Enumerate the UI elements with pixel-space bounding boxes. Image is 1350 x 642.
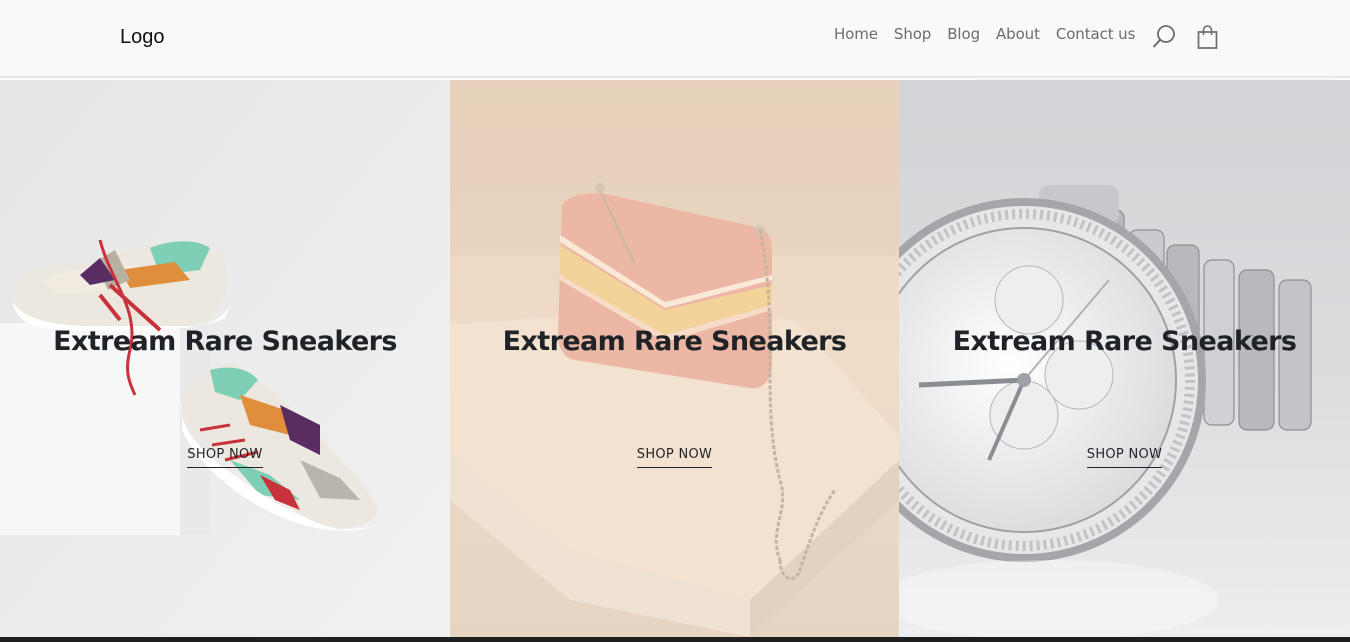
nav-shop-link[interactable]: Shop (894, 25, 931, 43)
main-nav: Home Shop Blog About Contact us (834, 25, 1151, 43)
shop-now-link[interactable]: SHOP NOW (636, 447, 713, 468)
shop-now-link[interactable]: SHOP NOW (1086, 447, 1163, 468)
product-panel-watch[interactable]: Extream Rare Sneakers SHOP NOW (899, 80, 1350, 637)
nav-blog-link[interactable]: Blog (947, 25, 980, 43)
hero-panels: Extream Rare Sneakers SHOP NOW Extream R… (0, 80, 1350, 637)
handbag-photo (450, 80, 899, 637)
nav-contact-link[interactable]: Contact us (1056, 25, 1136, 43)
navbar: Logo Home Shop Blog About Contact us (0, 0, 1350, 78)
bottom-bar (0, 637, 1350, 642)
shopping-bag-icon[interactable] (1197, 24, 1219, 54)
panel-title: Extream Rare Sneakers (502, 326, 847, 357)
watch-photo (899, 80, 1350, 637)
shop-now-link[interactable]: SHOP NOW (187, 447, 263, 468)
decorative-strip (975, 72, 1335, 80)
panel-title: Extream Rare Sneakers (952, 326, 1297, 357)
sneakers-photo (0, 80, 450, 637)
nav-about-link[interactable]: About (996, 25, 1040, 43)
logo[interactable]: Logo (120, 26, 165, 49)
search-icon[interactable] (1152, 24, 1176, 54)
panel-title: Extream Rare Sneakers (53, 326, 397, 357)
product-panel-handbag[interactable]: Extream Rare Sneakers SHOP NOW (450, 80, 899, 637)
product-panel-sneakers[interactable]: Extream Rare Sneakers SHOP NOW (0, 80, 450, 637)
nav-home-link[interactable]: Home (834, 25, 878, 43)
